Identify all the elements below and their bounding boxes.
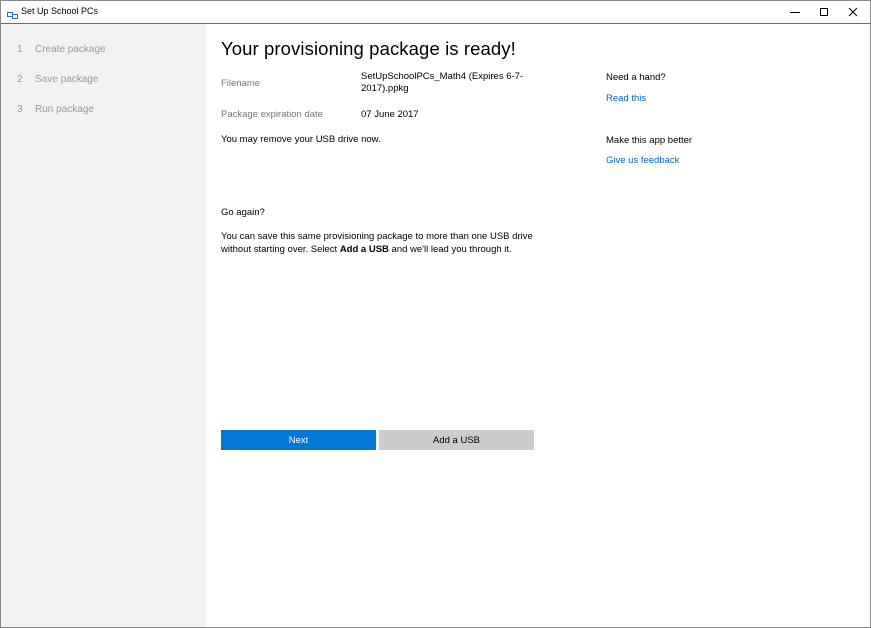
- step-number: 3: [17, 104, 23, 115]
- step-run-package: 3 Run package: [17, 104, 94, 115]
- desc-text-2: and we'll lead you through it.: [388, 243, 512, 255]
- step-create-package: 1 Create package: [17, 44, 106, 55]
- go-again-heading: Go again?: [221, 207, 265, 218]
- filename-label: Filename: [221, 78, 261, 89]
- expiration-label: Package expiration date: [221, 109, 323, 120]
- filename-value-line2: 2017).ppkg: [361, 83, 409, 94]
- steps-sidebar: 1 Create package 2 Save package 3 Run pa…: [1, 24, 206, 627]
- filename-value-line1: SetUpSchoolPCs_Math4 (Expires 6-7-: [361, 71, 524, 82]
- step-label: Run package: [35, 104, 94, 115]
- next-button[interactable]: Next: [221, 430, 376, 450]
- desc-bold: Add a USB: [339, 243, 389, 255]
- expiration-value: 07 June 2017: [361, 109, 419, 120]
- close-icon: [848, 7, 858, 17]
- step-save-package: 2 Save package: [17, 74, 98, 85]
- app-icon: [7, 7, 18, 19]
- need-hand-heading: Need a hand?: [606, 72, 666, 83]
- make-app-better-heading: Make this app better: [606, 135, 693, 146]
- filename-value: SetUpSchoolPCs_Math4 (Expires 6-7- 2017)…: [361, 71, 536, 95]
- maximize-button[interactable]: [809, 1, 839, 23]
- step-number: 2: [17, 74, 23, 85]
- step-number: 1: [17, 44, 23, 55]
- go-again-description: You can save this same provisioning pack…: [221, 231, 541, 256]
- close-button[interactable]: [838, 1, 868, 23]
- step-label: Create package: [35, 44, 106, 55]
- app-window: Set Up School PCs 1 Create package 2 Sav…: [0, 0, 871, 628]
- read-this-link[interactable]: Read this: [606, 93, 646, 104]
- main-content: Your provisioning package is ready! File…: [206, 24, 870, 627]
- give-feedback-link[interactable]: Give us feedback: [606, 155, 679, 166]
- add-usb-button[interactable]: Add a USB: [379, 430, 534, 450]
- title-bar[interactable]: Set Up School PCs: [1, 1, 870, 24]
- minimize-icon: [790, 12, 800, 13]
- usb-remove-message: You may remove your USB drive now.: [221, 134, 381, 145]
- minimize-button[interactable]: [780, 1, 810, 23]
- window-title: Set Up School PCs: [21, 6, 99, 16]
- maximize-icon: [820, 8, 828, 16]
- page-title: Your provisioning package is ready!: [221, 38, 516, 59]
- step-label: Save package: [35, 74, 99, 85]
